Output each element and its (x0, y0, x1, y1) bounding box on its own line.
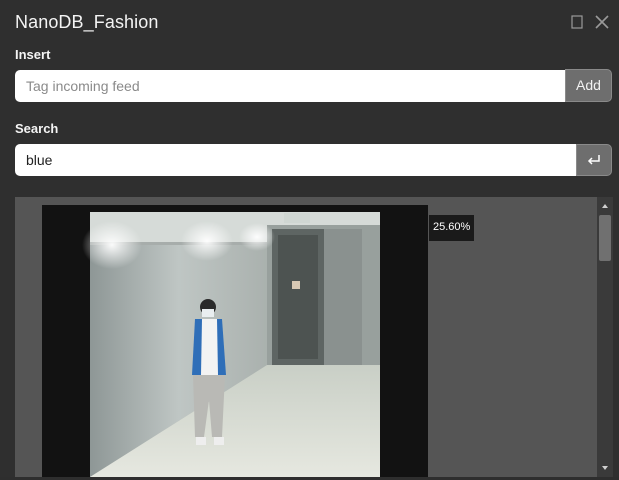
window-title: NanoDB_Fashion (15, 12, 159, 32)
hallway-camera-image (42, 205, 428, 477)
close-icon[interactable] (594, 14, 610, 30)
results-scrollbar[interactable] (597, 197, 613, 477)
similarity-score-badge: 25.60% (429, 215, 475, 241)
enter-return-icon (587, 155, 600, 165)
scroll-up-arrow-icon[interactable] (597, 199, 613, 213)
search-input[interactable] (15, 144, 576, 176)
add-button[interactable]: Add (565, 69, 612, 102)
search-results: 25.60% (15, 197, 597, 477)
scroll-down-arrow-icon[interactable] (597, 461, 613, 475)
nanodb-panel: NanoDB_Fashion Insert Add Search (0, 0, 619, 477)
scrollbar-thumb[interactable] (599, 215, 611, 261)
tag-input[interactable] (15, 70, 565, 102)
result-thumbnail[interactable]: 25.60% (42, 205, 475, 477)
maximize-icon[interactable] (569, 14, 585, 30)
search-label: Search (15, 121, 59, 136)
insert-label: Insert (15, 47, 51, 62)
search-submit-button[interactable] (576, 144, 612, 176)
